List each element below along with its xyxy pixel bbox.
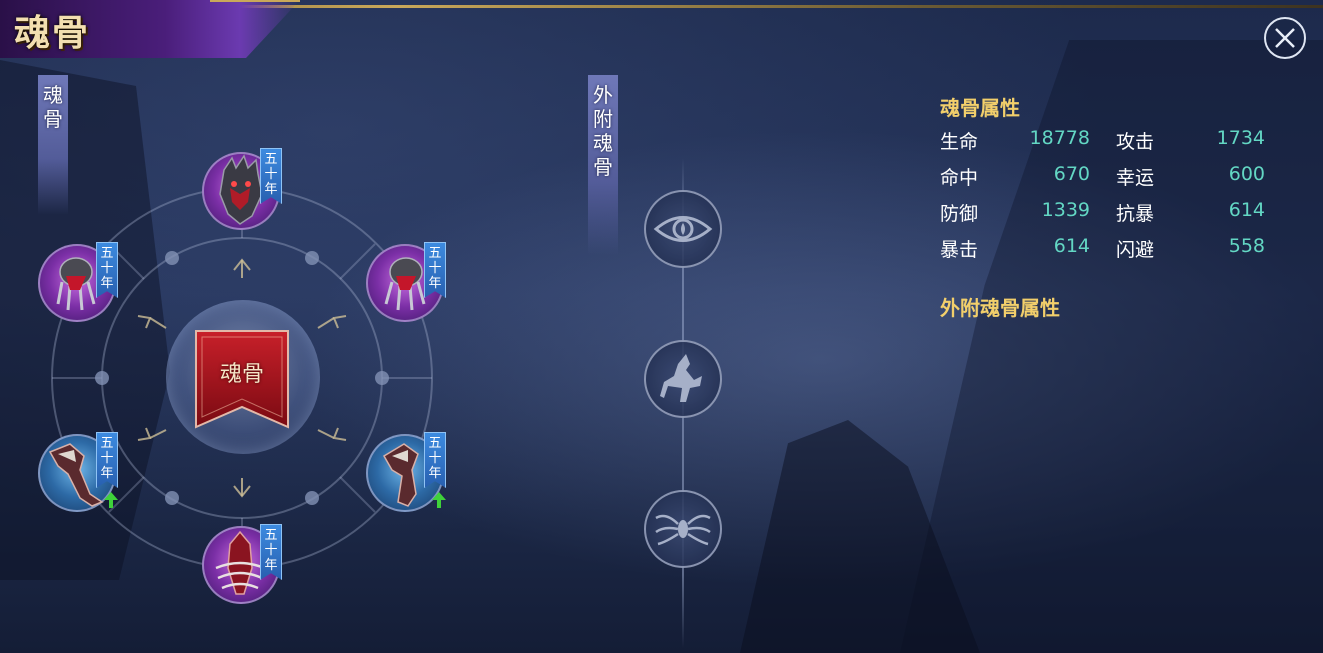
stat-label: 抗暴 — [1116, 203, 1155, 225]
external-socket-spider[interactable] — [644, 490, 722, 568]
side-label-char: 外 — [593, 83, 613, 107]
fifty-year-tag: 五十年 — [424, 432, 446, 488]
stat-value: 558 — [1228, 235, 1265, 257]
page-title: 魂骨 — [14, 12, 91, 54]
eye-socket-icon — [653, 216, 713, 242]
spider-socket-icon — [655, 514, 711, 546]
soul-bone-attributes-title: 魂骨属性 — [940, 96, 1020, 120]
close-button[interactable] — [1264, 17, 1306, 59]
stat-label: 闪避 — [1116, 239, 1155, 261]
stat-label: 攻击 — [1116, 131, 1155, 153]
external-bone-side-label: 外 附 魂 骨 — [588, 75, 618, 255]
stat-value: 670 — [1053, 163, 1090, 185]
external-socket-eye[interactable] — [644, 190, 722, 268]
fifty-year-tag: 五十年 — [260, 524, 282, 580]
center-button-label: 魂骨 — [219, 362, 264, 387]
stat-value: 1734 — [1216, 127, 1265, 149]
stat-label: 幸运 — [1116, 167, 1155, 189]
title-banner-edge — [210, 0, 300, 60]
fifty-year-tag: 五十年 — [96, 432, 118, 488]
stat-label: 生命 — [940, 131, 979, 153]
external-bone-attributes-title: 外附魂骨属性 — [940, 296, 1060, 320]
side-label-char: 魂 — [593, 131, 613, 155]
stat-label: 命中 — [940, 167, 979, 189]
stat-value: 600 — [1228, 163, 1265, 185]
side-label-char: 附 — [593, 107, 613, 131]
side-label-char: 骨 — [43, 107, 63, 131]
stat-value: 1339 — [1041, 199, 1090, 221]
stat-label: 防御 — [940, 203, 979, 225]
stat-value: 614 — [1053, 235, 1090, 257]
horse-socket-icon — [660, 354, 702, 402]
fifty-year-tag: 五十年 — [96, 242, 118, 298]
upgrade-arrow-icon — [432, 492, 446, 508]
fifty-year-tag: 五十年 — [260, 148, 282, 204]
upgrade-arrow-icon — [104, 492, 118, 508]
side-label-char: 骨 — [593, 155, 613, 179]
stat-label: 暴击 — [940, 239, 979, 261]
side-label-char: 魂 — [43, 83, 63, 107]
external-socket-horse[interactable] — [644, 340, 722, 418]
stat-value: 18778 — [1029, 127, 1090, 149]
fifty-year-tag: 五十年 — [424, 242, 446, 298]
stat-value: 614 — [1228, 199, 1265, 221]
close-icon — [1275, 28, 1295, 48]
